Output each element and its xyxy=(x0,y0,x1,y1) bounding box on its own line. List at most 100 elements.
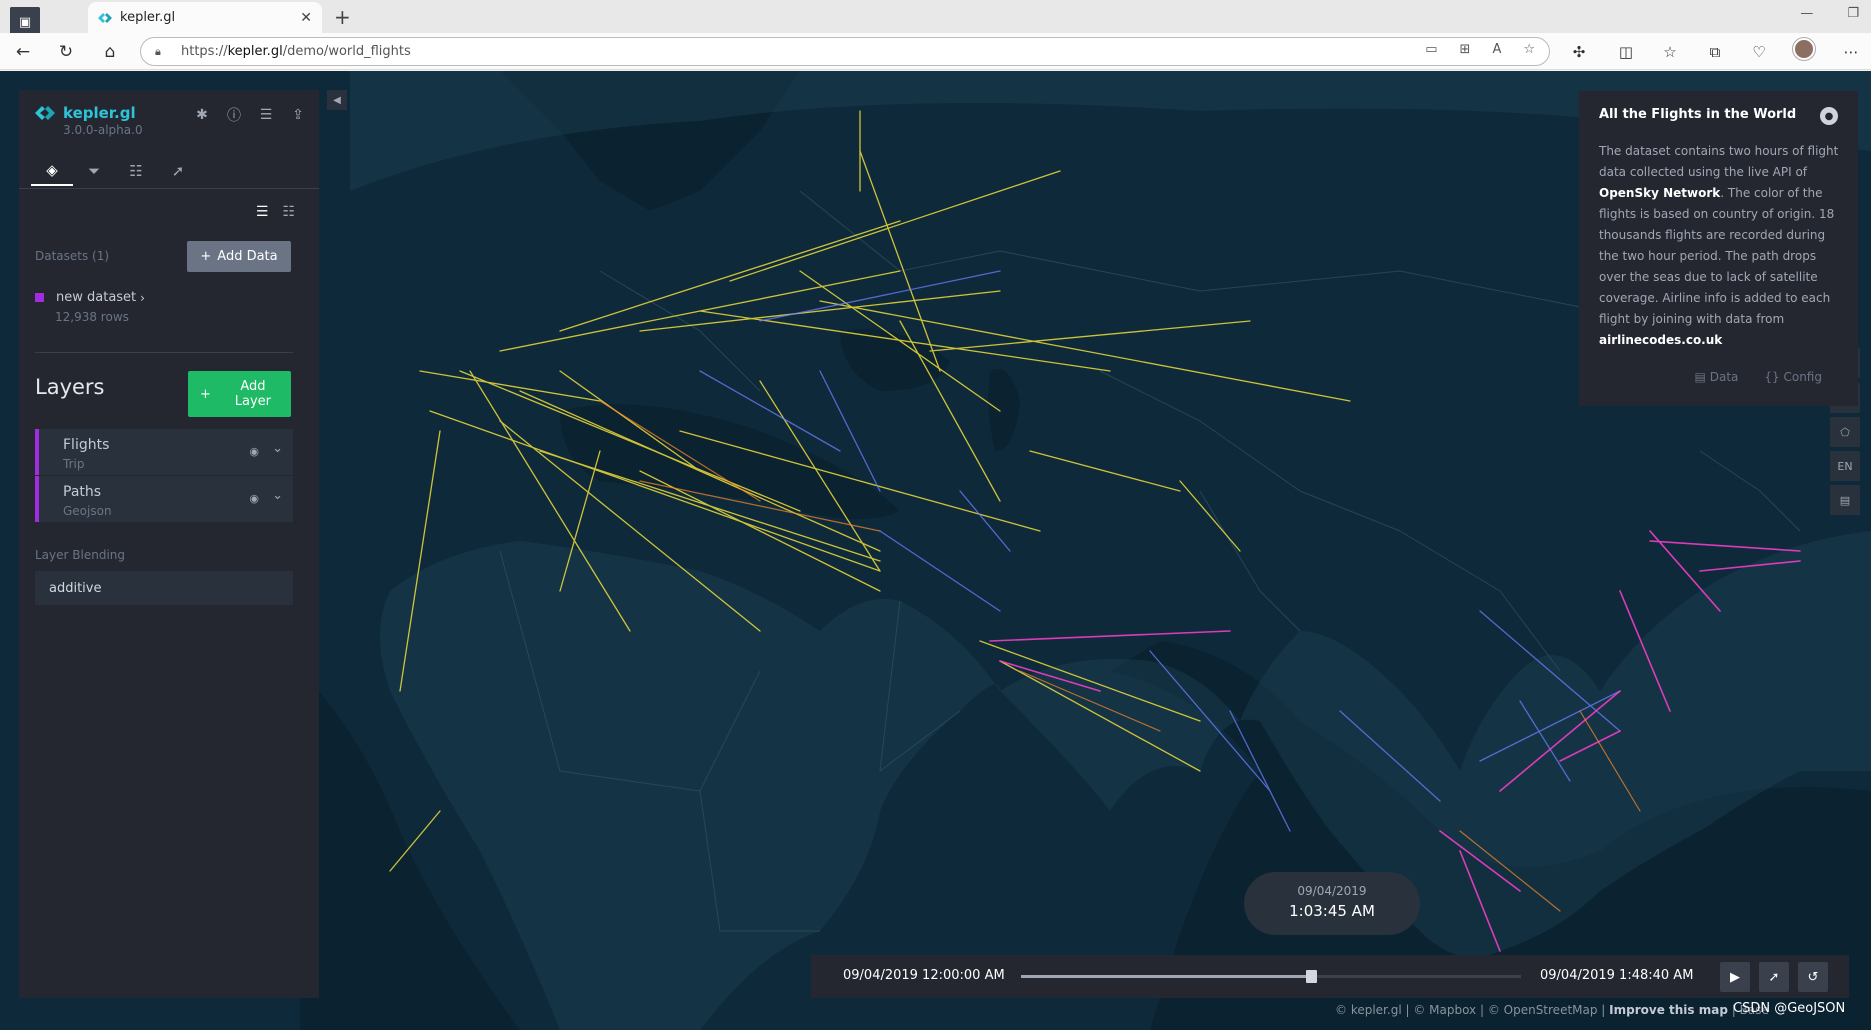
refresh-icon[interactable]: ↻ xyxy=(53,39,79,65)
divider xyxy=(35,352,293,353)
brand: kepler.gl xyxy=(35,104,136,122)
tab-interactions-icon[interactable]: ☷ xyxy=(115,156,157,186)
close-tab-icon[interactable]: ✕ xyxy=(300,10,312,26)
mediterranean-sea xyxy=(560,404,900,519)
config-link-label: Config xyxy=(1783,370,1822,384)
brand-name: kepler.gl xyxy=(63,104,136,122)
address-bar[interactable]: 🔒︎ https://kepler.gl/demo/world_flights … xyxy=(140,37,1550,66)
url-host: kepler.gl xyxy=(227,44,283,59)
tab-filters-icon[interactable]: ⏷ xyxy=(73,156,115,186)
dataset-item[interactable]: new dataset › xyxy=(35,290,145,305)
share-export-icon[interactable]: ⇪ xyxy=(289,106,307,124)
map-legend-icon[interactable]: ▤ xyxy=(1830,485,1860,515)
panel-tabs: ◈ ⏷ ☷ ➚ xyxy=(31,156,199,186)
more-menu-icon[interactable]: ⋯ xyxy=(1838,39,1864,65)
layers-title: Layers xyxy=(35,375,105,399)
profile-avatar[interactable] xyxy=(1793,38,1815,60)
read-aloud-icon[interactable]: A xyxy=(1492,42,1501,57)
tab-title: kepler.gl xyxy=(120,10,176,25)
time-slider-fill xyxy=(1021,975,1311,978)
time-slider-track[interactable] xyxy=(1021,970,1521,983)
collections-icon[interactable]: ⧉ xyxy=(1702,39,1728,65)
cast-icon[interactable]: ▭ xyxy=(1425,42,1437,57)
app-icon[interactable]: ⊞ xyxy=(1460,42,1471,57)
time-start: 09/04/2019 12:00:00 AM xyxy=(843,968,1005,983)
tab-layers-icon[interactable]: ◈ xyxy=(31,156,73,186)
back-icon[interactable]: ← xyxy=(10,39,36,65)
layer-item-flights[interactable]: Flights Trip ◉ ⌄ xyxy=(35,429,293,475)
code-braces-icon: {} xyxy=(1764,370,1780,384)
minimize-icon[interactable]: — xyxy=(1800,6,1813,21)
info-icon[interactable]: ⓘ xyxy=(225,106,243,124)
locale-selector[interactable]: EN xyxy=(1830,451,1860,481)
info-text-2: . The color of the flights is based on c… xyxy=(1599,186,1835,326)
current-time-display: 09/04/2019 1:03:45 AM xyxy=(1244,872,1420,935)
url-path: /demo/world_flights xyxy=(282,44,411,59)
chevron-down-icon[interactable]: ⌄ xyxy=(272,441,283,456)
config-link[interactable]: {} Config xyxy=(1764,370,1822,384)
airlinecodes-link[interactable]: airlinecodes.co.uk xyxy=(1599,333,1722,347)
list-view-icon[interactable]: ☰ xyxy=(256,204,269,220)
browser-essentials-icon[interactable]: ♡ xyxy=(1746,39,1772,65)
url-prefix: https:// xyxy=(181,44,228,59)
layer-item-paths[interactable]: Paths Geojson ◉ ⌄ xyxy=(35,476,293,522)
speed-icon[interactable]: ➚ xyxy=(1759,962,1789,992)
browser-tab-bar: ⧉ ▣ kepler.gl ✕ + — ❐ xyxy=(0,0,1871,37)
plus-icon: + xyxy=(200,249,212,264)
favorite-star-icon[interactable]: ☆ xyxy=(1523,42,1535,57)
favorites-icon[interactable]: ☆ xyxy=(1657,39,1683,65)
draw-polygon-icon[interactable]: ⬠ xyxy=(1830,417,1860,447)
layer-type: Geojson xyxy=(63,504,112,518)
chevron-right-icon[interactable]: › xyxy=(140,291,145,305)
info-title: All the Flights in the World xyxy=(1599,107,1797,122)
new-tab-icon[interactable]: + xyxy=(334,5,351,29)
database-icon: ▤ xyxy=(1694,370,1706,384)
add-data-button[interactable]: + Add Data xyxy=(187,241,291,272)
time-end: 09/04/2019 1:48:40 AM xyxy=(1540,968,1694,983)
plus-icon: + xyxy=(200,386,211,402)
map-attribution: © kepler.gl | © Mapbox | © OpenStreetMap… xyxy=(1335,1003,1769,1017)
app-version: 3.0.0-alpha.0 xyxy=(63,123,143,137)
visibility-eye-icon[interactable]: ◉ xyxy=(249,492,259,505)
dataset-name: new dataset xyxy=(56,290,137,305)
layer-name: Flights xyxy=(63,437,110,453)
opensky-link[interactable]: OpenSky Network xyxy=(1599,186,1720,200)
home-icon[interactable]: ⌂ xyxy=(97,39,123,65)
attribution-text: © kepler.gl | © Mapbox | © OpenStreetMap… xyxy=(1335,1003,1606,1017)
grouped-view-icon[interactable]: ☷ xyxy=(282,204,295,220)
watermark: CSDN @GeoJSON xyxy=(1733,1001,1846,1016)
caspian-sea xyxy=(988,369,1020,451)
browser-tab[interactable]: kepler.gl ✕ xyxy=(88,2,322,33)
visibility-eye-icon[interactable]: ◉ xyxy=(249,445,259,458)
tab-basemap-icon[interactable]: ➚ xyxy=(157,156,199,186)
add-data-label: Add Data xyxy=(217,249,278,264)
improve-map-link[interactable]: Improve this map xyxy=(1609,1003,1728,1017)
dataset-row-count: 12,938 rows xyxy=(55,310,129,324)
layer-type: Trip xyxy=(63,457,85,471)
datasets-label: Datasets (1) xyxy=(35,249,110,263)
side-panel: kepler.gl 3.0.0-alpha.0 ✱ ⓘ ☰ ⇪ ◈ ⏷ ☷ ➚ … xyxy=(19,90,319,998)
browser-toolbar: ← ↻ ⌂ 🔒︎ https://kepler.gl/demo/world_fl… xyxy=(0,33,1871,70)
info-panel: All the Flights in the World ● The datas… xyxy=(1579,91,1858,406)
info-description: The dataset contains two hours of flight… xyxy=(1599,141,1839,351)
add-layer-button[interactable]: + Add Layer xyxy=(188,371,291,417)
reset-icon[interactable]: ↺ xyxy=(1798,962,1828,992)
time-slider-handle[interactable] xyxy=(1306,970,1317,983)
collapse-panel-icon[interactable]: ◀ xyxy=(327,90,347,110)
current-time: 1:03:45 AM xyxy=(1289,902,1375,920)
extensions-icon[interactable]: ✣ xyxy=(1566,39,1592,65)
divider xyxy=(19,188,319,189)
play-icon[interactable]: ▶ xyxy=(1720,962,1750,992)
close-info-icon[interactable]: ● xyxy=(1820,107,1838,125)
kepler-logo-icon xyxy=(35,106,55,120)
current-date: 09/04/2019 xyxy=(1297,884,1367,898)
database-icon[interactable]: ☰ xyxy=(257,106,275,124)
layer-blending-select[interactable]: additive xyxy=(35,571,293,605)
data-link[interactable]: ▤ Data xyxy=(1695,370,1739,384)
layer-name: Paths xyxy=(63,484,102,500)
restore-icon[interactable]: ❐ xyxy=(1847,6,1859,21)
info-text-1: The dataset contains two hours of flight… xyxy=(1599,144,1839,179)
bug-report-icon[interactable]: ✱ xyxy=(193,106,211,124)
chevron-down-icon[interactable]: ⌄ xyxy=(272,488,283,503)
split-screen-icon[interactable]: ◫ xyxy=(1613,39,1639,65)
